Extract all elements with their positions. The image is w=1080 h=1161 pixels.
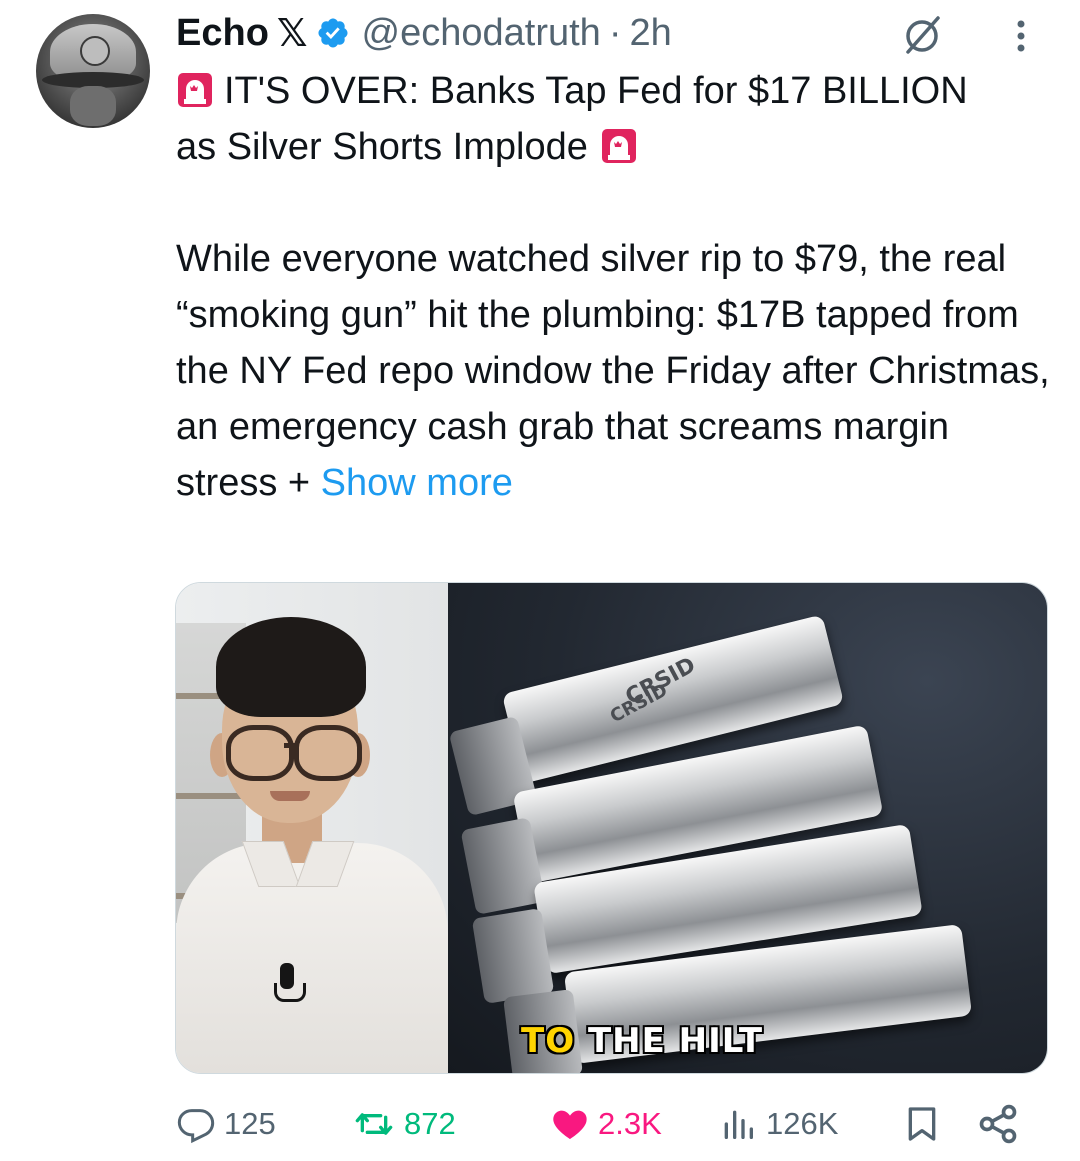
tweet-header: Echo 𝕏 @echodatruth · 2h bbox=[176, 10, 672, 56]
headline-line-2: as Silver Shorts Implode bbox=[176, 119, 1056, 175]
verified-badge-icon[interactable] bbox=[316, 16, 350, 50]
video-caption: TO THE HILT bbox=[520, 1020, 764, 1062]
headline-line-1: IT'S OVER: Banks Tap Fed for $17 BILLION bbox=[176, 63, 1056, 119]
tweet-video[interactable]: CRSID CRSID TO THE HILT bbox=[175, 582, 1048, 1074]
like-button[interactable]: 2.3K bbox=[550, 1096, 662, 1152]
caption-word-2: THE bbox=[587, 1020, 666, 1062]
tweet-text: IT'S OVER: Banks Tap Fed for $17 BILLION… bbox=[176, 63, 1056, 511]
tweet-timestamp[interactable]: 2h bbox=[629, 12, 671, 55]
share-button[interactable] bbox=[976, 1096, 1028, 1152]
bookmark-button[interactable] bbox=[902, 1096, 950, 1152]
author-avatar[interactable] bbox=[36, 14, 150, 128]
headline-text-1: IT'S OVER: Banks Tap Fed for $17 BILLION bbox=[224, 70, 968, 112]
reply-icon bbox=[177, 1109, 215, 1144]
like-count: 2.3K bbox=[598, 1106, 662, 1141]
views-button[interactable]: 126K bbox=[718, 1096, 838, 1152]
presenter-glasses bbox=[226, 725, 294, 781]
show-more-link[interactable]: Show more bbox=[321, 462, 513, 504]
repost-icon bbox=[355, 1113, 393, 1135]
tweet-actions: 125 872 2.3K 126K bbox=[0, 1096, 1080, 1152]
separator-dot: · bbox=[608, 11, 622, 54]
author-name-suffix[interactable]: 𝕏 bbox=[277, 11, 308, 56]
author-handle[interactable]: @echodatruth bbox=[362, 12, 601, 55]
caption-word-3: HILT bbox=[678, 1020, 764, 1062]
views-icon bbox=[724, 1110, 753, 1139]
siren-icon bbox=[178, 73, 212, 107]
siren-icon bbox=[601, 129, 636, 163]
video-silver-bars-panel: CRSID CRSID bbox=[448, 583, 1047, 1073]
tweet-body: While everyone watched silver rip to $79… bbox=[176, 231, 1056, 511]
grok-icon[interactable] bbox=[900, 12, 944, 56]
repost-count: 872 bbox=[404, 1106, 456, 1141]
author-name[interactable]: Echo bbox=[176, 12, 269, 55]
caption-word-1: TO bbox=[520, 1020, 576, 1062]
reply-button[interactable]: 125 bbox=[176, 1096, 276, 1152]
share-icon bbox=[979, 1104, 1017, 1144]
video-presenter-panel bbox=[176, 583, 448, 1073]
more-options-icon[interactable] bbox=[1006, 14, 1036, 58]
avatar-cap-logo bbox=[80, 36, 110, 66]
repost-button[interactable]: 872 bbox=[352, 1096, 456, 1152]
tweet-body-text: While everyone watched silver rip to $79… bbox=[176, 238, 1050, 504]
headline-text-2: as Silver Shorts Implode bbox=[176, 126, 588, 168]
like-icon bbox=[553, 1110, 587, 1139]
reply-count: 125 bbox=[224, 1106, 276, 1141]
presenter-hair bbox=[216, 617, 366, 717]
avatar-face bbox=[70, 86, 116, 126]
bookmark-icon bbox=[908, 1107, 936, 1141]
views-count: 126K bbox=[766, 1106, 839, 1141]
